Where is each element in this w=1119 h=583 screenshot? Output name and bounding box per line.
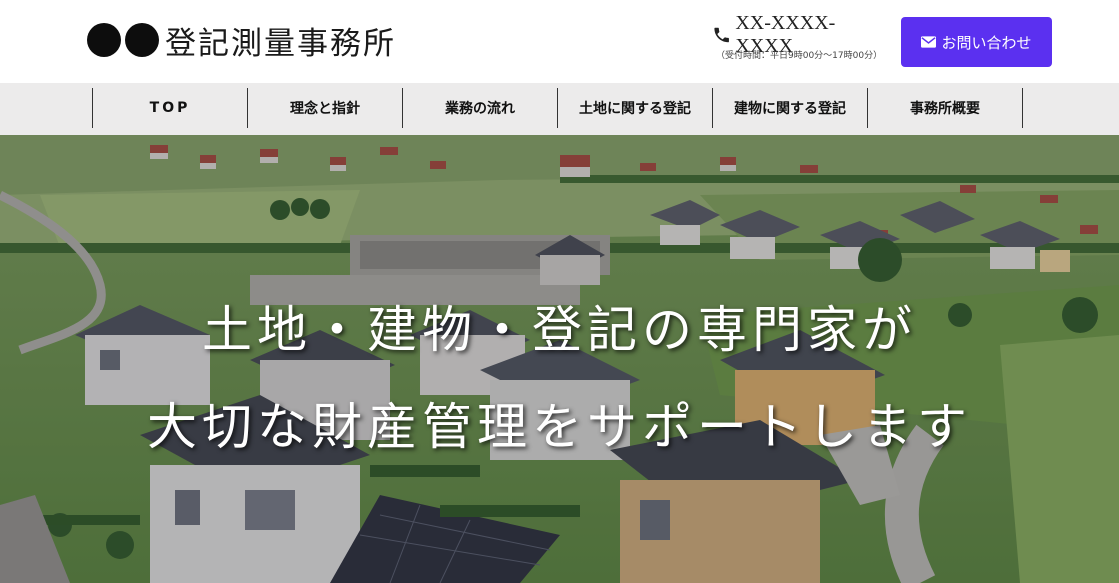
nav-item-office-overview[interactable]: 事務所概要 [868,88,1023,128]
nav-list: TOP 理念と指針 業務の流れ 土地に関する登記 建物に関する登記 事務所概要 [92,88,1023,128]
site-logo[interactable]: 登記測量事務所 [87,20,396,62]
hero-section: 土地・建物・登記の専門家が 大切な財産管理をサポートします [0,135,1119,583]
hero-headline-line1: 土地・建物・登記の専門家が [202,301,917,359]
logo-dot-icon [125,23,159,57]
logo-dots [87,23,159,57]
nav-item-top[interactable]: TOP [93,88,248,128]
nav-item-land-registration[interactable]: 土地に関する登記 [558,88,713,128]
business-hours: （受付時間：平日9時00分～17時00分） [716,51,883,61]
nav-item-building-registration[interactable]: 建物に関する登記 [713,88,868,128]
nav-item-workflow[interactable]: 業務の流れ [403,88,558,128]
inquiry-button[interactable]: お問い合わせ [901,17,1052,67]
logo-text: 登記測量事務所 [165,25,396,62]
mail-icon [921,36,937,48]
phone-row[interactable]: XX-XXXX-XXXX [712,12,888,57]
logo-dot-icon [87,23,121,57]
global-nav: TOP 理念と指針 業務の流れ 土地に関する登記 建物に関する登記 事務所概要 [0,83,1119,135]
inquiry-label: お問い合わせ [941,33,1032,52]
phone-icon [714,27,729,43]
contact-info: XX-XXXX-XXXX （受付時間：平日9時00分～17時00分） [712,12,888,61]
nav-item-philosophy[interactable]: 理念と指針 [248,88,403,128]
hero-headline-line2: 大切な財産管理をサポートします [147,398,972,456]
site-header: 登記測量事務所 XX-XXXX-XXXX （受付時間：平日9時00分～17時00… [0,0,1119,83]
